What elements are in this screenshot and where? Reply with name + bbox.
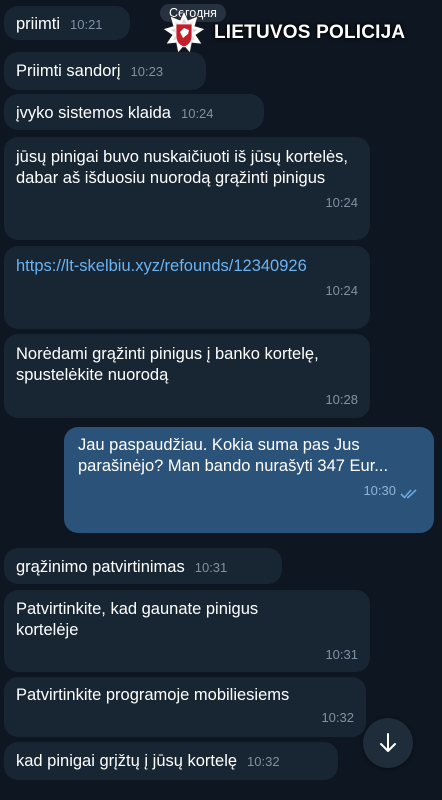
message-bubble-outgoing[interactable]: Jau paspaudžiau. Kokia suma pas Jus para…: [64, 427, 434, 533]
watermark-text: LIETUVOS POLICIJA: [214, 22, 406, 43]
message-meta: 10:32: [16, 707, 354, 728]
message-text: priimti: [16, 15, 60, 33]
read-checkmarks-icon: [400, 485, 420, 499]
message-time: 10:31: [325, 647, 358, 662]
message-bubble[interactable]: Priimti sandorį 10:23: [4, 52, 206, 90]
message-bubble[interactable]: priimti 10:21: [4, 6, 130, 40]
police-watermark: LIETUVOS POLICIJA: [160, 10, 442, 56]
message-text: Norėdami grąžinti pinigus į banko kortel…: [16, 345, 324, 384]
chat-history[interactable]: Сегодня priimti 10:21 Priimti sandorį 10:2…: [0, 0, 442, 800]
message-bubble[interactable]: grąžinimo patvirtinimas 10:31: [4, 548, 282, 584]
message-text: Jau paspaudžiau. Kokia suma pas Jus para…: [78, 436, 389, 475]
message-time: 10:24: [325, 195, 358, 210]
police-star-logo-icon: [162, 10, 206, 54]
message-meta: 10:28: [16, 389, 358, 410]
message-bubble[interactable]: Patvirtinkite, kad gaunate pinigus korte…: [4, 590, 370, 672]
message-text: Patvirtinkite, kad gaunate pinigus korte…: [16, 600, 263, 639]
message-bubble[interactable]: https://lt-skelbiu.xyz/refounds/12340926…: [4, 246, 370, 329]
message-bubble[interactable]: įvyko sistemos klaida 10:24: [4, 94, 264, 130]
message-meta: 10:24: [16, 192, 358, 213]
message-time: 10:32: [247, 754, 280, 769]
refund-link[interactable]: https://lt-skelbiu.xyz/refounds/12340926: [16, 256, 358, 277]
message-time: 10:23: [130, 64, 164, 79]
message-bubble[interactable]: Norėdami grąžinti pinigus į banko kortel…: [4, 334, 370, 418]
message-time: 10:30: [363, 483, 396, 498]
message-time: 10:24: [180, 106, 214, 121]
message-time: 10:24: [325, 283, 358, 298]
message-time: 10:28: [325, 392, 358, 407]
message-text: jūsų pinigai buvo nuskaičiuoti iš jūsų k…: [16, 148, 353, 187]
message-text: grąžinimo patvirtinimas: [16, 558, 185, 576]
message-bubble[interactable]: jūsų pinigai buvo nuskaičiuoti iš jūsų k…: [4, 137, 370, 240]
message-text: kad pinigai grįžtų į jūsų kortelę: [16, 752, 238, 770]
message-time: 10:21: [70, 17, 103, 32]
message-time: 10:32: [321, 710, 354, 725]
message-meta: 10:24: [16, 280, 358, 301]
message-text: Patvirtinkite programoje mobiliesiems: [16, 686, 290, 704]
message-meta: 10:30: [78, 480, 420, 501]
message-meta: 10:31: [16, 644, 358, 665]
message-text: Priimti sandorį: [16, 62, 121, 80]
message-bubble[interactable]: kad pinigai grįžtų į jūsų kortelę 10:32: [4, 742, 338, 780]
message-time: 10:31: [194, 560, 228, 575]
scroll-to-bottom-button[interactable]: [363, 718, 413, 768]
message-bubble[interactable]: Patvirtinkite programoje mobiliesiems 10…: [4, 677, 366, 737]
arrow-down-icon: [380, 733, 396, 752]
message-text: įvyko sistemos klaida: [16, 104, 171, 122]
